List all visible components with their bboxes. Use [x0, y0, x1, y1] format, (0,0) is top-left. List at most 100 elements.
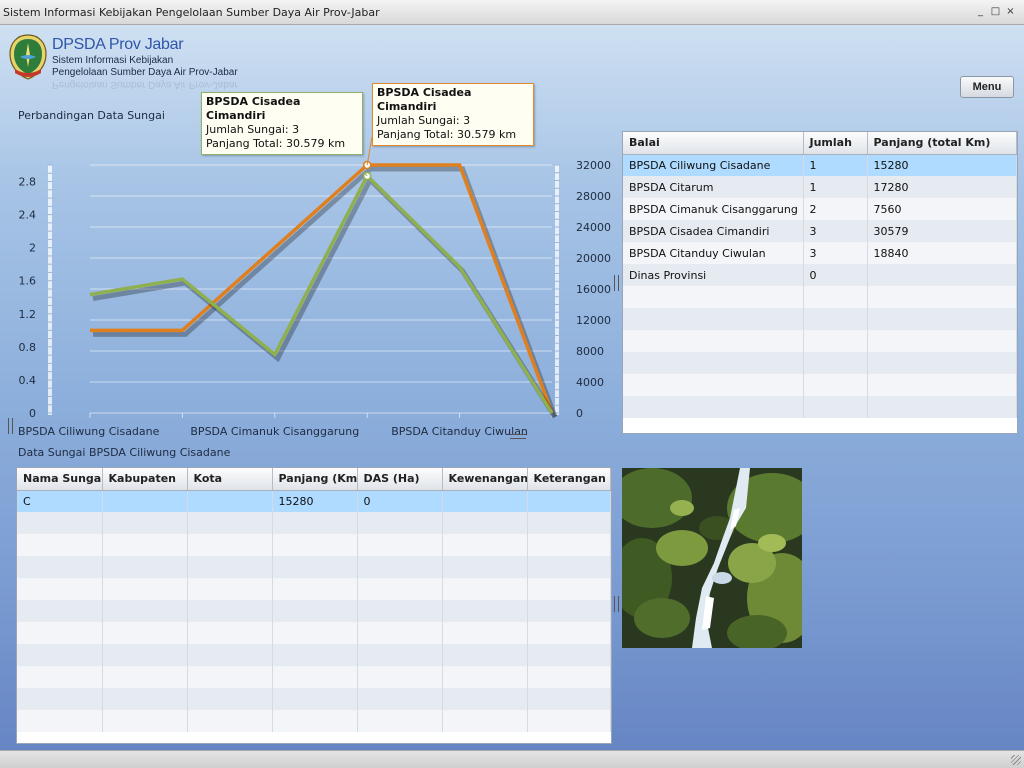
table-cell [272, 534, 358, 556]
series-shadow [92, 175, 558, 419]
table-cell [442, 600, 528, 622]
table-row-empty[interactable] [17, 512, 611, 534]
app-content: DPSDA Prov Jabar Sistem Informasi Kebija… [0, 25, 1024, 750]
minimize-icon[interactable]: _ [975, 6, 986, 18]
table-row-empty[interactable] [17, 600, 611, 622]
table-cell [187, 688, 273, 710]
horizontal-splitter-handle[interactable] [510, 434, 526, 439]
table-row-empty[interactable] [17, 666, 611, 688]
table-cell [357, 622, 443, 644]
right-axis-tick-label: 4000 [576, 376, 604, 389]
right-axis-tick-label: 16000 [576, 283, 611, 296]
table-row-empty[interactable] [17, 556, 611, 578]
column-header-kewenangan[interactable]: Kewenangan [442, 468, 528, 491]
column-header-nama-sungai[interactable]: Nama Sungai [17, 468, 103, 491]
table-cell [187, 666, 273, 688]
table-cell [102, 600, 188, 622]
column-header-panjang[interactable]: Panjang (Km) [272, 468, 358, 491]
table-cell [867, 286, 1017, 308]
x-axis-category-label: BPSDA Ciliwung Cisadane [18, 425, 160, 438]
right-axis-tick-label: 24000 [576, 221, 611, 234]
column-header-jumlah[interactable]: Jumlah [803, 132, 868, 155]
table-row-empty[interactable] [17, 578, 611, 600]
left-axis-tick-label: 2.4 [19, 209, 37, 222]
table-cell [17, 600, 103, 622]
table-row-empty[interactable] [623, 352, 1017, 374]
table-row-empty[interactable] [623, 396, 1017, 418]
table-row[interactable]: C 15280 0 [17, 490, 611, 512]
left-axis-tick-label: 0 [29, 407, 36, 420]
vertical-splitter-handle[interactable] [614, 275, 619, 291]
table-cell [102, 490, 188, 512]
table-row-empty[interactable] [623, 330, 1017, 352]
table-cell: C [17, 490, 103, 512]
table-row-empty[interactable] [623, 308, 1017, 330]
table-cell [272, 600, 358, 622]
table-cell: Dinas Provinsi [623, 264, 804, 286]
table-cell [187, 622, 273, 644]
table-cell: 15280 [272, 490, 358, 512]
table-cell [442, 534, 528, 556]
table-cell [102, 556, 188, 578]
column-header-kabupaten[interactable]: Kabupaten [102, 468, 188, 491]
left-splitter-handle[interactable] [8, 418, 13, 434]
table-cell [102, 688, 188, 710]
table-cell [442, 688, 528, 710]
column-header-balai[interactable]: Balai [623, 132, 804, 155]
column-header-kota[interactable]: Kota [187, 468, 273, 491]
table-cell [357, 688, 443, 710]
waterfall-photo [622, 468, 802, 648]
left-axis-tick-label: 1.6 [19, 275, 37, 288]
table-row[interactable]: BPSDA Citanduy Ciwulan 3 18840 [623, 242, 1017, 264]
menu-button[interactable]: Menu [960, 76, 1014, 98]
table-cell [102, 644, 188, 666]
sungai-section-label: Data Sungai BPSDA Ciliwung Cisadane [18, 446, 231, 459]
resize-grip[interactable] [1011, 755, 1021, 765]
table-row-empty[interactable] [17, 688, 611, 710]
table-cell [442, 578, 528, 600]
table-row[interactable]: BPSDA Ciliwung Cisadane 1 15280 [623, 154, 1017, 176]
table-row[interactable]: BPSDA Citarum 1 17280 [623, 176, 1017, 198]
table-row[interactable]: BPSDA Cisadea Cimandiri 3 30579 [623, 220, 1017, 242]
table-row-empty[interactable] [17, 710, 611, 732]
column-header-panjang[interactable]: Panjang (total Km) [867, 132, 1017, 155]
table-cell [187, 556, 273, 578]
table-cell: 3 [803, 220, 868, 242]
column-header-keterangan[interactable]: Keterangan [527, 468, 611, 491]
table-row[interactable]: BPSDA Cimanuk Cisanggarung 2 7560 [623, 198, 1017, 220]
table-row[interactable]: Dinas Provinsi 0 [623, 264, 1017, 286]
tooltip-title: BPSDA Cisadea Cimandiri [377, 86, 472, 113]
table-cell: BPSDA Citarum [623, 176, 804, 198]
maximize-icon[interactable]: □ [990, 6, 1001, 18]
chart-right-axis: 0 4000 8000 12000 16000 20000 24000 28000 32000 [554, 159, 611, 420]
table-cell [623, 286, 804, 308]
brand-subtitle-line2: Pengelolaan Sumber Daya Air Prov-Jabar [52, 67, 238, 78]
table-cell [187, 578, 273, 600]
left-axis-tick-label: 0.4 [19, 374, 37, 387]
tooltip-line-length: Panjang Total: 30.579 km [206, 137, 346, 150]
table-cell [17, 512, 103, 534]
table-row-empty[interactable] [17, 622, 611, 644]
table-cell [527, 666, 611, 688]
table-cell [867, 352, 1017, 374]
table-cell [357, 512, 443, 534]
table-row-empty[interactable] [17, 534, 611, 556]
chart-left-axis: 0 0.4 0.8 1.2 1.6 2 2.4 2.8 [19, 164, 53, 420]
table-cell [102, 578, 188, 600]
river-comparison-chart: 0 0.4 0.8 1.2 1.6 2 2.4 2.8 0 4000 8000 12000 16000… [18, 136, 611, 438]
table-cell [102, 666, 188, 688]
table-row-empty[interactable] [623, 374, 1017, 396]
column-header-das[interactable]: DAS (Ha) [357, 468, 443, 491]
close-icon[interactable]: × [1005, 6, 1016, 18]
vertical-splitter-handle-lower[interactable] [614, 596, 619, 612]
right-axis-tick-label: 20000 [576, 252, 611, 265]
table-cell [442, 512, 528, 534]
table-row-empty[interactable] [623, 286, 1017, 308]
left-axis-tick-label: 2.8 [19, 176, 37, 189]
left-axis-tick-label: 1.2 [19, 308, 37, 321]
table-cell [272, 512, 358, 534]
status-bar [0, 750, 1024, 768]
table-cell [623, 308, 804, 330]
chart-markers [362, 136, 373, 181]
table-row-empty[interactable] [17, 644, 611, 666]
